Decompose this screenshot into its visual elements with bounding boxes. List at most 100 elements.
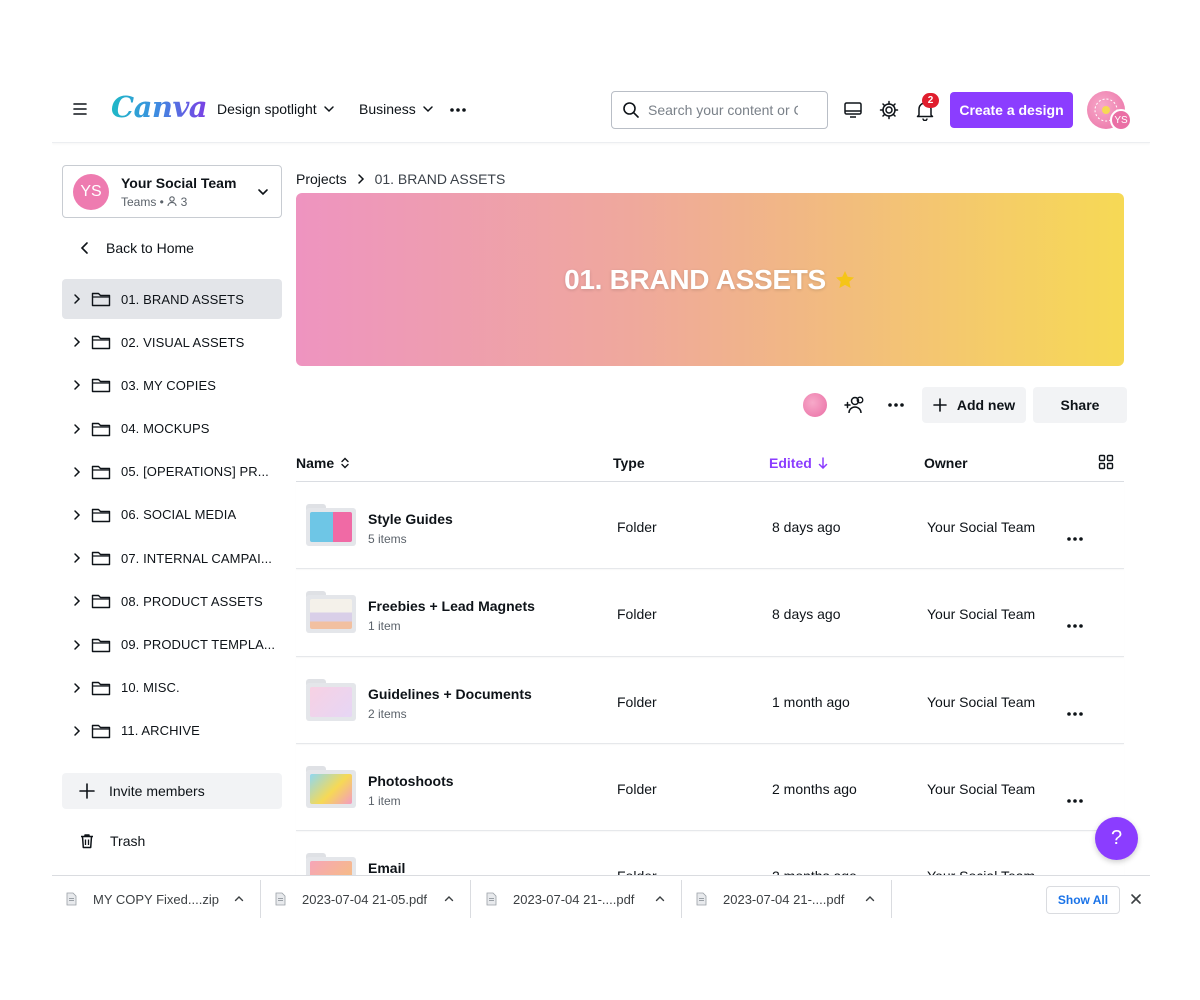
row-more-options-icon[interactable] — [1066, 623, 1084, 629]
row-name[interactable]: Freebies + Lead Magnets — [368, 598, 535, 614]
download-item[interactable]: 2023-07-04 21-....pdf — [682, 880, 892, 918]
chevron-right-icon[interactable] — [72, 379, 82, 391]
help-button[interactable]: ? — [1095, 817, 1138, 860]
table-header: Name Type Edited Owner — [296, 449, 1124, 482]
column-edited-label: Edited — [769, 455, 812, 471]
sidebar-folder-item[interactable]: 11. ARCHIVE — [62, 711, 282, 751]
chevron-up-icon[interactable] — [444, 894, 454, 904]
row-name-cell: Photoshoots 1 item — [368, 773, 454, 808]
row-item-count: 2 items — [368, 706, 407, 721]
column-type[interactable]: Type — [613, 455, 645, 471]
download-filename: 2023-07-04 21-....pdf — [723, 891, 845, 907]
breadcrumb-projects[interactable]: Projects — [296, 171, 347, 187]
download-item[interactable]: 2023-07-04 21-05.pdf — [261, 880, 471, 918]
chevron-right-icon[interactable] — [72, 423, 82, 435]
row-more-options-icon[interactable] — [1066, 536, 1084, 542]
back-to-home-link[interactable]: Back to Home — [78, 240, 194, 256]
desktop-app-icon[interactable] — [842, 99, 864, 121]
column-edited[interactable]: Edited — [769, 455, 828, 471]
row-edited: 2 months ago — [772, 780, 857, 797]
chevron-up-icon[interactable] — [234, 894, 244, 904]
sidebar-folder-label: 07. INTERNAL CAMPAI... — [121, 550, 273, 566]
member-avatar[interactable] — [802, 392, 828, 418]
add-new-label: Add new — [956, 397, 1016, 413]
column-name[interactable]: Name — [296, 455, 350, 471]
row-more-options-icon[interactable] — [1066, 798, 1084, 804]
sidebar-folder-label: 03. MY COPIES — [121, 377, 216, 393]
chevron-right-icon[interactable] — [72, 466, 82, 478]
create-design-button[interactable]: Create a design — [950, 92, 1073, 128]
row-name[interactable]: Photoshoots — [368, 773, 454, 789]
search-box[interactable] — [611, 91, 828, 129]
table-row[interactable]: Freebies + Lead Magnets 1 item Folder 8 day… — [296, 569, 1124, 657]
chevron-right-icon[interactable] — [72, 682, 82, 694]
column-owner[interactable]: Owner — [924, 455, 968, 471]
folder-actions: Add new Share — [802, 387, 1127, 423]
file-icon — [696, 892, 707, 906]
sidebar-folder-item[interactable]: 03. MY COPIES — [62, 365, 282, 405]
chevron-right-icon[interactable] — [72, 509, 82, 521]
sidebar-folder-item[interactable]: 06. SOCIAL MEDIA — [62, 495, 282, 535]
chevron-left-icon — [78, 241, 92, 255]
search-input[interactable] — [648, 102, 798, 118]
close-icon[interactable] — [1130, 893, 1142, 905]
row-name[interactable]: Style Guides — [368, 511, 453, 527]
nav-business[interactable]: Business — [359, 101, 434, 117]
chevron-right-icon[interactable] — [72, 336, 82, 348]
folder-icon — [91, 464, 111, 480]
table-row[interactable]: Style Guides 5 items Folder 8 days ago Your … — [296, 482, 1124, 570]
chevron-right-icon[interactable] — [72, 552, 82, 564]
sidebar-folder-item[interactable]: 04. MOCKUPS — [62, 409, 282, 449]
team-avatar: YS — [73, 173, 109, 210]
row-owner: Your Social Team — [927, 693, 1036, 710]
row-type: Folder — [617, 519, 657, 535]
sidebar-folder-item[interactable]: 08. PRODUCT ASSETS — [62, 581, 282, 621]
row-item-count: 1 item — [368, 619, 401, 634]
table-row[interactable]: Guidelines + Documents 2 items Folder 1 mon… — [296, 657, 1124, 744]
sidebar-folder-item[interactable]: 02. VISUAL ASSETS — [62, 322, 282, 362]
chevron-up-icon[interactable] — [655, 894, 665, 904]
row-item-count: 5 items — [368, 532, 407, 546]
hamburger-menu-icon[interactable] — [72, 101, 88, 117]
table-row[interactable]: Photoshoots 1 item Folder 2 months ago Your … — [296, 744, 1124, 832]
nav-design-spotlight[interactable]: Design spotlight — [217, 101, 335, 117]
invite-members-button[interactable]: Invite members — [62, 773, 282, 809]
show-all-button[interactable]: Show All — [1046, 886, 1120, 914]
more-nav-icon[interactable] — [449, 102, 467, 118]
add-new-button[interactable]: Add new — [922, 387, 1026, 423]
settings-gear-icon[interactable] — [878, 99, 900, 121]
sidebar-folder-item[interactable]: 10. MISC. — [62, 668, 282, 708]
row-more-options-icon[interactable] — [1066, 711, 1084, 717]
arrow-down-icon — [818, 457, 828, 469]
user-initials-avatar[interactable]: YS — [1110, 109, 1132, 131]
sidebar-folder-item[interactable]: 05. [OPERATIONS] PR... — [62, 452, 282, 492]
folder-thumbnail — [306, 504, 356, 546]
team-subtitle: Teams • 3 — [121, 194, 188, 209]
folder-icon — [91, 377, 111, 393]
canva-logo[interactable]: Canva — [111, 90, 208, 124]
download-item[interactable]: 2023-07-04 21-....pdf — [472, 880, 682, 918]
star-icon[interactable] — [834, 269, 856, 291]
sidebar-folder-item[interactable]: 01. BRAND ASSETS — [62, 279, 282, 319]
row-owner: Your Social Team — [927, 519, 1036, 535]
chevron-right-icon[interactable] — [72, 293, 82, 305]
share-button[interactable]: Share — [1033, 387, 1127, 423]
chevron-right-icon[interactable] — [72, 639, 82, 651]
sort-icon — [340, 457, 350, 469]
add-people-icon[interactable] — [838, 389, 870, 421]
more-options-icon[interactable] — [880, 389, 912, 421]
chevron-down-icon — [257, 186, 269, 198]
download-item[interactable]: MY COPY Fixed....zip — [52, 880, 261, 918]
team-switcher[interactable]: YS Your Social Team Teams • 3 — [62, 165, 282, 218]
row-name[interactable]: Email — [368, 860, 405, 876]
sidebar-folder-item[interactable]: 09. PRODUCT TEMPLA... — [62, 625, 282, 665]
sidebar-folder-item[interactable]: 07. INTERNAL CAMPAI... — [62, 538, 282, 578]
trash-link[interactable]: Trash — [78, 832, 145, 850]
sidebar-folder-label: 08. PRODUCT ASSETS — [121, 593, 263, 609]
team-name: Your Social Team — [121, 174, 237, 191]
row-name[interactable]: Guidelines + Documents — [368, 686, 532, 702]
chevron-right-icon[interactable] — [72, 595, 82, 607]
grid-view-icon[interactable] — [1098, 454, 1114, 470]
chevron-up-icon[interactable] — [865, 894, 875, 904]
chevron-right-icon[interactable] — [72, 725, 82, 737]
